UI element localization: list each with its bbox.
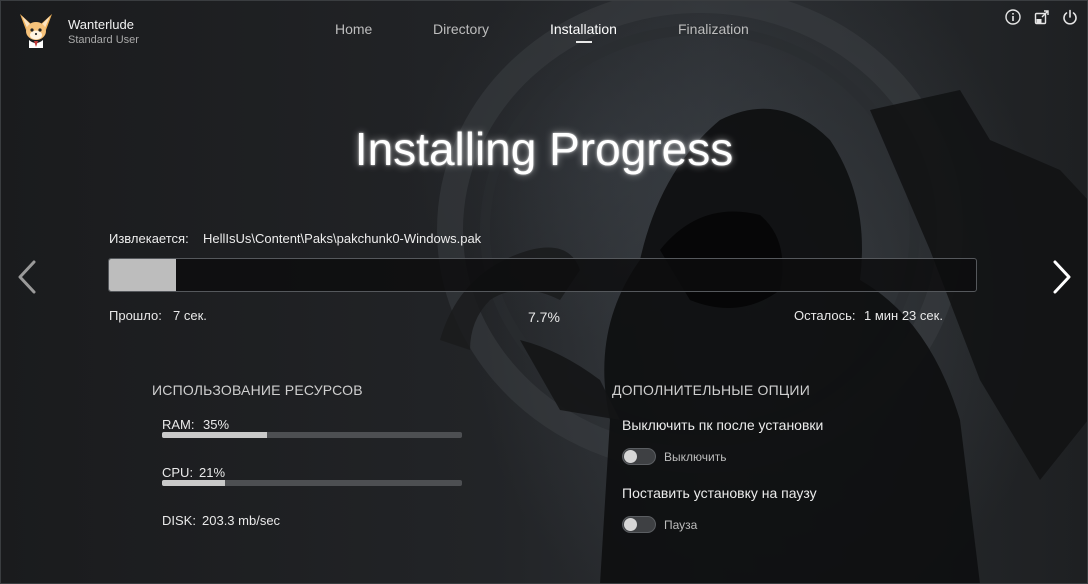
nav-installation[interactable]: Installation	[550, 21, 617, 37]
pause-toggle-text: Пауза	[664, 518, 698, 532]
shutdown-option-label: Выключить пк после установки	[622, 417, 824, 433]
ram-value: 35%	[203, 417, 230, 432]
ram-usage-bar	[162, 432, 462, 438]
install-progress-fill	[109, 259, 176, 291]
remaining-label: Осталось:	[794, 308, 856, 323]
shutdown-toggle[interactable]	[622, 448, 656, 465]
user-name: Wanterlude	[68, 17, 134, 32]
chevron-right-icon[interactable]	[1049, 258, 1075, 296]
pause-toggle[interactable]	[622, 516, 656, 533]
nav-directory[interactable]: Directory	[433, 21, 489, 37]
elapsed-value: 7 сек.	[173, 308, 207, 323]
background-figure-silhouette	[437, 0, 1088, 584]
cpu-usage-fill	[162, 480, 225, 486]
cpu-value: 21%	[199, 465, 226, 480]
minimize-icon[interactable]	[1034, 9, 1050, 25]
page-title: Installing Progress	[354, 123, 734, 175]
extract-label: Извлекается:	[109, 231, 189, 246]
ram-label: RAM:	[162, 417, 195, 432]
info-icon[interactable]	[1005, 9, 1021, 25]
extract-path: HellIsUs\Content\Paks\pakchunk0-Windows.…	[203, 231, 482, 246]
toggle-knob	[624, 450, 637, 463]
shutdown-toggle-text: Выключить	[664, 450, 727, 464]
nav-active-indicator	[576, 41, 592, 43]
resources-heading: ИСПОЛЬЗОВАНИЕ РЕСУРСОВ	[152, 382, 363, 398]
power-icon[interactable]	[1062, 9, 1078, 25]
user-role: Standard User	[68, 34, 139, 46]
install-progress-bar	[108, 258, 977, 292]
toggle-knob	[624, 518, 637, 531]
disk-label: DISK:	[162, 513, 196, 528]
disk-value: 203.3 mb/sec	[202, 513, 281, 528]
options-heading: ДОПОЛНИТЕЛЬНЫЕ ОПЦИИ	[612, 382, 810, 398]
progress-percent: 7.7%	[528, 309, 560, 325]
fennec-logo-icon	[20, 14, 52, 48]
cpu-usage-bar	[162, 480, 462, 486]
chevron-left-icon[interactable]	[14, 258, 40, 296]
nav-home[interactable]: Home	[335, 21, 372, 37]
background-artwork	[0, 0, 1088, 584]
cpu-label: CPU:	[162, 465, 194, 480]
pause-option-label: Поставить установку на паузу	[622, 485, 817, 501]
elapsed-label: Прошло:	[109, 308, 162, 323]
remaining-value: 1 мин 23 сек.	[864, 308, 943, 323]
nav-finalization[interactable]: Finalization	[678, 21, 749, 37]
ram-usage-fill	[162, 432, 267, 438]
